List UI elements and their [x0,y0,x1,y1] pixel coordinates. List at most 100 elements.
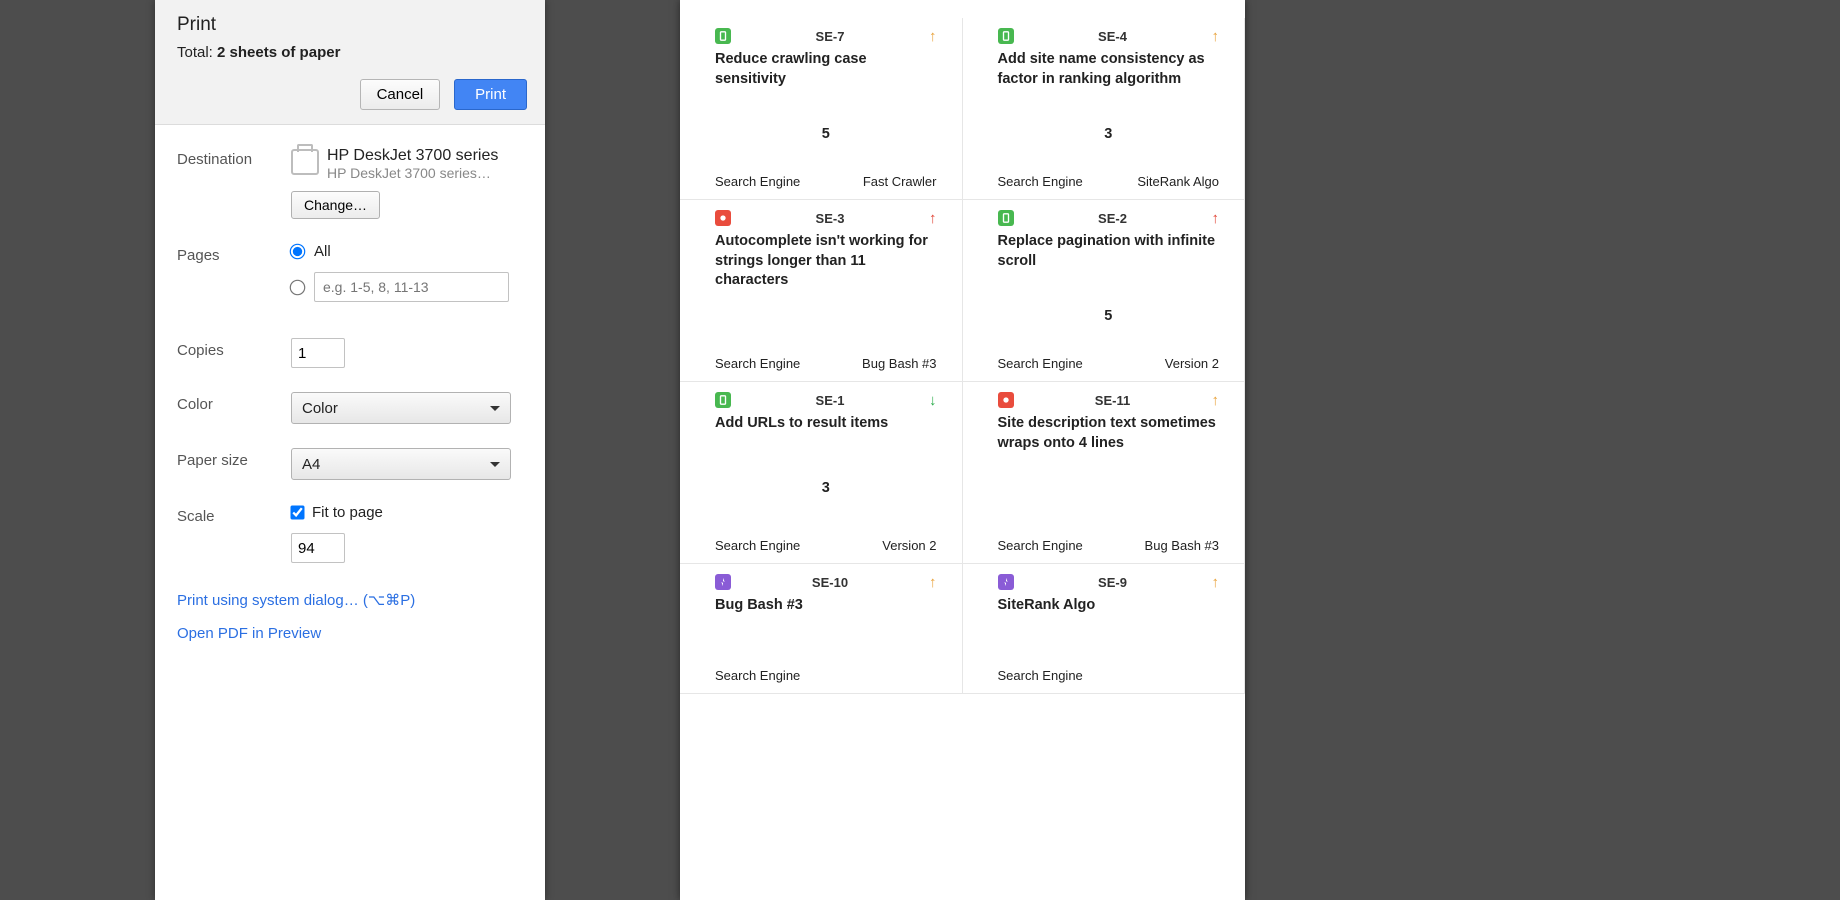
color-select-value: Color [302,400,338,417]
story-icon [715,392,731,408]
project-name: Search Engine [998,174,1083,189]
issue-card: SE-9↑ SiteRank Algo Search Engine [963,564,1246,694]
story-points: 5 [998,271,1220,352]
story-points [715,291,937,352]
epic-name: Version 2 [882,538,936,553]
copies-row: Copies [177,326,531,380]
issue-title: SiteRank Algo [998,596,1220,616]
project-name: Search Engine [998,668,1083,683]
story-points: 3 [998,89,1220,170]
bug-icon [715,210,731,226]
issue-id: SE-4 [1014,29,1212,44]
color-row: Color Color [177,380,531,436]
paper-select[interactable]: A4 [291,448,511,480]
card-top: SE-1↓ [715,392,937,408]
pages-row: Pages All [177,231,531,326]
card-top: SE-9↑ [998,574,1220,590]
issue-id: SE-7 [731,29,929,44]
pages-label: Pages [177,243,291,264]
card-footer: Search Engine Version 2 [998,352,1220,371]
issue-title: Site description text sometimes wraps on… [998,414,1220,453]
paper-select-value: A4 [302,456,320,473]
issue-id: SE-11 [1014,393,1212,408]
card-top: SE-10↑ [715,574,937,590]
print-button[interactable]: Print [454,79,527,110]
scale-label: Scale [177,504,291,525]
issue-title: Reduce crawling case sensitivity [715,50,937,89]
story-points [998,453,1220,534]
pages-all-radio[interactable] [290,244,306,260]
story-points [998,616,1220,664]
card-grid: SE-7↑Reduce crawling case sensitivity5Se… [680,0,1245,694]
story-icon [998,210,1014,226]
project-name: Search Engine [715,174,800,189]
project-name: Search Engine [715,356,800,371]
paper-label: Paper size [177,448,291,469]
card-footer: Search Engine [715,664,937,683]
epic-name: Bug Bash #3 [1145,538,1219,553]
card-top: SE-11↑ [998,392,1220,408]
color-select[interactable]: Color [291,392,511,424]
priority-icon: ↑ [929,211,937,226]
print-actions: Cancel Print [177,79,527,110]
copies-label: Copies [177,338,291,359]
print-header: Print Total: 2 sheets of paper Cancel Pr… [155,0,545,125]
preview-page: SE-7↑Reduce crawling case sensitivity5Se… [680,0,1245,900]
printer-icon [291,149,319,175]
print-title: Print [177,14,527,36]
scale-input[interactable] [291,533,345,563]
issue-title: Replace pagination with infinite scroll [998,232,1220,271]
epic-name: Fast Crawler [863,174,937,189]
print-total: Total: 2 sheets of paper [177,44,527,61]
issue-title: Autocomplete isn't working for strings l… [715,232,937,291]
project-name: Search Engine [998,356,1083,371]
story-points [715,616,937,664]
destination-sub: HP DeskJet 3700 series… [327,165,498,181]
color-label: Color [177,392,291,413]
system-dialog-link[interactable]: Print using system dialog… (⌥⌘P) [177,591,531,609]
print-total-value: 2 sheets of paper [217,44,340,61]
print-body: Destination HP DeskJet 3700 series HP De… [155,125,545,900]
priority-icon: ↓ [929,393,937,408]
issue-title: Add URLs to result items [715,414,937,434]
issue-card: SE-4↑Add site name consistency as factor… [963,18,1246,200]
issue-card: SE-1↓ Add URLs to result items3 Search Eng… [680,382,963,564]
change-destination-button[interactable]: Change… [291,191,380,219]
project-name: Search Engine [998,538,1083,553]
issue-card: SE-11↑ Site description text sometimes wr… [963,382,1246,564]
bug-icon [998,392,1014,408]
card-footer: Search Engine SiteRank Algo [998,170,1220,189]
destination-label: Destination [177,147,291,168]
priority-icon: ↑ [1212,393,1220,408]
issue-id: SE-9 [1014,575,1212,590]
card-top: SE-7↑ [715,28,937,44]
destination-name: HP DeskJet 3700 series [327,147,498,165]
epic-icon [998,574,1014,590]
epic-name: Version 2 [1165,356,1219,371]
cancel-button[interactable]: Cancel [360,79,441,110]
copies-input[interactable] [291,338,345,368]
fit-to-page-checkbox[interactable] [290,505,304,519]
issue-title: Bug Bash #3 [715,596,937,616]
paper-row: Paper size A4 [177,436,531,492]
open-pdf-link[interactable]: Open PDF in Preview [177,625,531,642]
pages-all-label: All [314,243,331,260]
project-name: Search Engine [715,668,800,683]
epic-name: SiteRank Algo [1137,174,1219,189]
project-name: Search Engine [715,538,800,553]
destination-row: Destination HP DeskJet 3700 series HP De… [177,135,531,231]
print-total-prefix: Total: [177,44,217,61]
card-top: SE-4↑ [998,28,1220,44]
story-icon [715,28,731,44]
issue-card: SE-10↑ Bug Bash #3 Search Engine [680,564,963,694]
priority-icon: ↑ [929,29,937,44]
story-points: 3 [715,434,937,534]
card-footer: Search Engine Bug Bash #3 [998,534,1220,553]
epic-icon [715,574,731,590]
pages-range-input[interactable] [314,272,509,302]
issue-card: SE-2↑Replace pagination with infinite sc… [963,200,1246,382]
pages-range-radio[interactable] [290,279,306,295]
priority-icon: ↑ [1212,575,1220,590]
issue-id: SE-3 [731,211,929,226]
print-panel: Print Total: 2 sheets of paper Cancel Pr… [155,0,545,900]
